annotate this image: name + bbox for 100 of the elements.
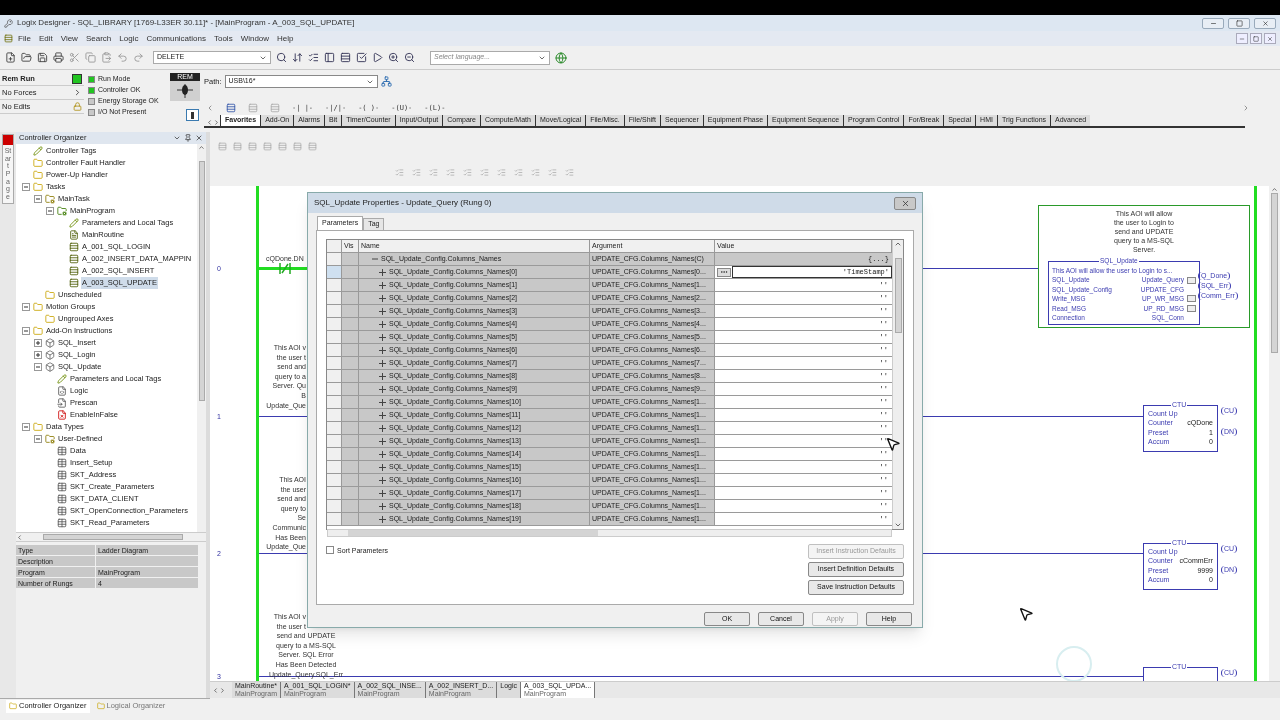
minimize-button[interactable] xyxy=(1236,33,1248,44)
lock-icon[interactable] xyxy=(73,102,82,111)
collapse-icon[interactable] xyxy=(22,303,30,311)
expand-icon[interactable] xyxy=(379,437,386,445)
maximize-button[interactable] xyxy=(1228,17,1250,29)
horizontal-scrollbar[interactable] xyxy=(16,532,206,542)
collapse-icon[interactable] xyxy=(22,327,30,335)
row-header[interactable] xyxy=(327,409,342,421)
row-header[interactable] xyxy=(327,292,342,304)
expand-icon[interactable] xyxy=(34,351,42,359)
row-header[interactable] xyxy=(327,305,342,317)
paste-icon[interactable] xyxy=(101,52,112,63)
zoom-out-icon[interactable] xyxy=(404,52,415,63)
dropdown-icon[interactable] xyxy=(173,134,181,142)
run-icon[interactable] xyxy=(372,52,383,63)
row-header[interactable] xyxy=(327,435,342,447)
scrollbar-thumb[interactable] xyxy=(348,530,598,536)
browse-button[interactable] xyxy=(1187,295,1196,303)
expand-icon[interactable] xyxy=(379,489,386,497)
globe-icon[interactable] xyxy=(555,51,567,64)
expand-icon[interactable] xyxy=(379,502,386,510)
find-icon[interactable] xyxy=(276,52,287,63)
expand-icon[interactable] xyxy=(379,333,386,341)
expand-icon[interactable] xyxy=(379,385,386,393)
expand-icon[interactable] xyxy=(379,372,386,380)
close-button[interactable] xyxy=(894,196,916,210)
menu-item[interactable]: Window xyxy=(237,32,273,45)
row-header[interactable] xyxy=(327,383,342,395)
expand-icon[interactable] xyxy=(379,268,386,276)
minimize-button[interactable] xyxy=(1202,17,1224,29)
collapse-icon[interactable] xyxy=(34,435,42,443)
expand-icon[interactable] xyxy=(34,339,42,347)
print-icon[interactable] xyxy=(53,52,64,63)
row-header[interactable] xyxy=(327,513,342,525)
redo-icon[interactable] xyxy=(133,52,144,63)
row-header[interactable] xyxy=(327,318,342,330)
expand-icon[interactable] xyxy=(379,346,386,354)
collapse-icon[interactable] xyxy=(46,207,54,215)
expand-icon[interactable] xyxy=(379,294,386,302)
row-header[interactable] xyxy=(327,357,342,369)
save-icon[interactable] xyxy=(37,52,48,63)
browse-button[interactable] xyxy=(1187,304,1196,312)
row-header[interactable] xyxy=(327,396,342,408)
browse-button[interactable] xyxy=(1187,276,1196,284)
row-header[interactable] xyxy=(327,370,342,382)
expand-icon[interactable] xyxy=(379,476,386,484)
scrollbar-thumb[interactable] xyxy=(198,161,205,401)
expand-icon[interactable] xyxy=(379,281,386,289)
vertical-scrollbar[interactable] xyxy=(197,144,206,532)
scroll-down-icon[interactable] xyxy=(894,521,902,529)
scroll-up-icon[interactable] xyxy=(198,144,205,151)
row-header[interactable] xyxy=(327,500,342,512)
scroll-left-icon[interactable] xyxy=(16,533,23,541)
menu-item[interactable]: Search xyxy=(82,32,115,45)
open-folder-icon[interactable] xyxy=(21,52,32,63)
menu-item[interactable]: Logic xyxy=(116,32,142,45)
scroll-up-icon[interactable] xyxy=(1271,186,1278,193)
scroll-right-icon[interactable] xyxy=(1242,104,1250,112)
expand-icon[interactable] xyxy=(379,307,386,315)
browse-button[interactable] xyxy=(717,267,731,277)
row-header[interactable] xyxy=(327,331,342,343)
expand-icon[interactable] xyxy=(379,320,386,328)
collapse-icon[interactable] xyxy=(22,183,30,191)
close-icon[interactable] xyxy=(195,134,203,142)
row-header[interactable] xyxy=(327,422,342,434)
row-header[interactable] xyxy=(327,448,342,460)
horizontal-scrollbar[interactable] xyxy=(327,529,892,537)
collapse-icon[interactable] xyxy=(34,195,42,203)
close-button[interactable] xyxy=(1264,33,1276,44)
collapse-icon[interactable] xyxy=(22,423,30,431)
vertical-scrollbar[interactable] xyxy=(892,240,903,529)
panel-icon[interactable] xyxy=(324,52,335,63)
row-header[interactable] xyxy=(327,487,342,499)
row-header[interactable] xyxy=(327,266,342,278)
checkbox[interactable] xyxy=(326,546,334,554)
expand-icon[interactable] xyxy=(379,359,386,367)
expand-icon[interactable] xyxy=(379,450,386,458)
menu-item[interactable]: Help xyxy=(274,32,297,45)
menu-item[interactable]: Tools xyxy=(210,32,236,45)
checklist-icon[interactable] xyxy=(356,52,367,63)
scroll-right-icon[interactable] xyxy=(213,119,220,126)
menu-item[interactable]: Communications xyxy=(143,32,209,45)
menu-item[interactable]: File xyxy=(15,32,34,45)
scroll-right-icon[interactable] xyxy=(219,686,226,694)
pin-icon[interactable] xyxy=(184,134,192,142)
menu-item[interactable]: View xyxy=(57,32,81,45)
menu-item[interactable]: Edit xyxy=(35,32,56,45)
scrollbar-thumb[interactable] xyxy=(43,534,183,540)
undo-icon[interactable] xyxy=(117,52,128,63)
collapse-icon[interactable] xyxy=(371,255,378,263)
row-header[interactable] xyxy=(327,461,342,473)
zoom-in-icon[interactable] xyxy=(388,52,399,63)
row-header[interactable] xyxy=(327,474,342,486)
expand-icon[interactable] xyxy=(379,398,386,406)
expand-icon[interactable] xyxy=(379,424,386,432)
row-header[interactable] xyxy=(327,253,342,265)
expand-icon[interactable] xyxy=(379,463,386,471)
collapse-icon[interactable] xyxy=(34,363,42,371)
row-header[interactable] xyxy=(327,279,342,291)
pin-button[interactable] xyxy=(185,109,199,121)
